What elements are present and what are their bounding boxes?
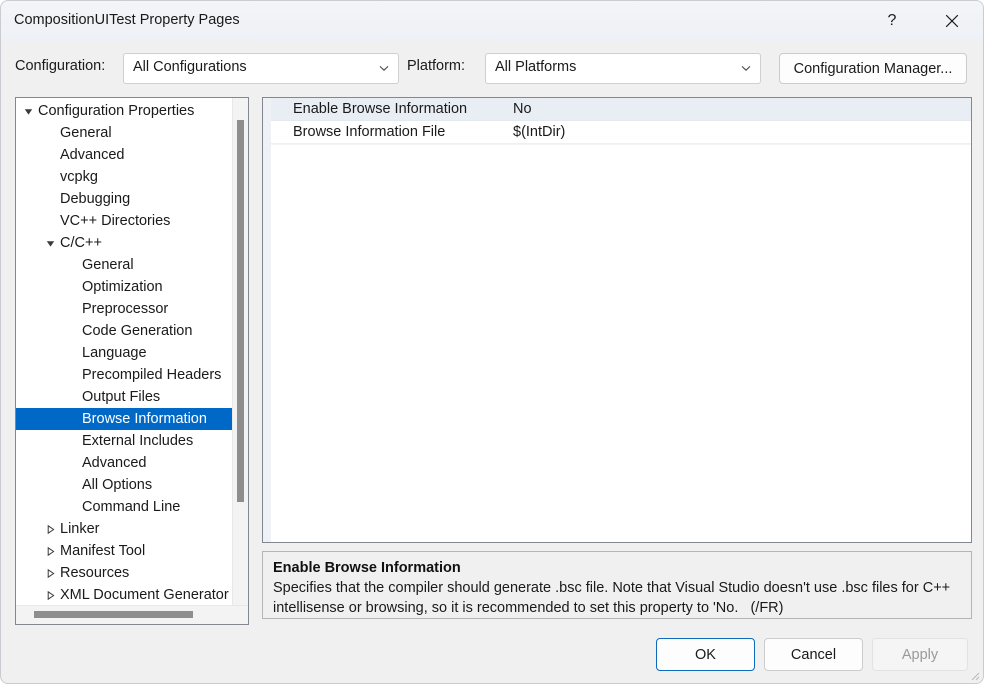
ok-button[interactable]: OK xyxy=(656,638,755,671)
title-bar: CompositionUITest Property Pages ? xyxy=(1,1,983,41)
tree-viewport: Configuration Properties General Advanced v… xyxy=(16,98,234,606)
property-row-browse-information-file[interactable]: Browse Information File $(IntDir) xyxy=(271,121,971,144)
tree-item-label: General xyxy=(82,257,134,273)
expander-collapsed-icon[interactable] xyxy=(46,569,55,578)
property-name: Browse Information File xyxy=(293,124,446,140)
tree-item-label: Output Files xyxy=(82,389,161,405)
help-button[interactable]: ? xyxy=(869,1,915,41)
expander-collapsed-icon[interactable] xyxy=(46,525,55,534)
tree-horizontal-scrollbar[interactable] xyxy=(16,605,248,624)
tree-item-optimization[interactable]: Optimization xyxy=(16,276,234,298)
tree-item-label: Precompiled Headers xyxy=(82,367,222,383)
tree-item-label: Linker xyxy=(60,521,100,537)
tree-item-label: Command Line xyxy=(82,499,181,515)
tree-item-label: Language xyxy=(82,345,147,361)
property-grid-empty-divider xyxy=(271,144,971,145)
tree-item-vc-directories[interactable]: VC++ Directories xyxy=(16,210,234,232)
description-text: Specifies that the compiler should gener… xyxy=(273,578,961,618)
tree-item-label: Browse Information xyxy=(82,411,207,427)
tree-item-label: Manifest Tool xyxy=(60,543,146,559)
property-name: Enable Browse Information xyxy=(293,101,468,117)
apply-button: Apply xyxy=(872,638,968,671)
tree-item-label: VC++ Directories xyxy=(60,213,171,229)
tree-vertical-scrollbar[interactable] xyxy=(232,98,248,606)
tree-item-label: Advanced xyxy=(82,455,147,471)
platform-value: All Platforms xyxy=(495,59,577,75)
tree-item-external-includes[interactable]: External Includes xyxy=(16,430,234,452)
close-icon xyxy=(945,14,959,28)
configuration-bar: Configuration: All Configurations Platfo… xyxy=(1,41,983,97)
tree-item-c-c[interactable]: C/C++ xyxy=(16,232,234,254)
property-value[interactable]: No xyxy=(513,98,532,121)
chevron-down-icon xyxy=(379,66,389,71)
tree-item-label: Configuration Properties xyxy=(38,103,195,119)
tree-item-xml-document-generator[interactable]: XML Document Generator xyxy=(16,584,234,606)
tree-item-label: C/C++ xyxy=(60,235,102,251)
tree-item-language[interactable]: Language xyxy=(16,342,234,364)
chevron-down-icon xyxy=(741,66,751,71)
tree-vertical-scroll-thumb[interactable] xyxy=(237,120,244,502)
tree-item-configuration-properties[interactable]: Configuration Properties xyxy=(16,100,234,122)
property-row-enable-browse-information[interactable]: Enable Browse Information No xyxy=(271,98,971,121)
tree-item-label: Optimization xyxy=(82,279,163,295)
tree-item-precompiled-headers[interactable]: Precompiled Headers xyxy=(16,364,234,386)
description-switch: (/FR) xyxy=(750,600,784,616)
property-grid-gutter xyxy=(263,98,271,542)
tree-item-label: vcpkg xyxy=(60,169,98,185)
tree-item-label: XML Document Generator xyxy=(60,587,229,603)
tree-item-general[interactable]: General xyxy=(16,254,234,276)
close-button[interactable] xyxy=(929,1,975,41)
configuration-dropdown[interactable]: All Configurations xyxy=(123,53,399,84)
tree-item-debugging[interactable]: Debugging xyxy=(16,188,234,210)
configuration-label: Configuration: xyxy=(15,58,106,74)
tree-item-label: External Includes xyxy=(82,433,194,449)
configuration-value: All Configurations xyxy=(133,59,247,75)
tree-item-label: Resources xyxy=(60,565,130,581)
tree-item-browse-information[interactable]: Browse Information xyxy=(16,408,234,430)
platform-dropdown[interactable]: All Platforms xyxy=(485,53,761,84)
property-description-panel: Enable Browse Information Specifies that… xyxy=(262,551,972,619)
property-grid: Enable Browse Information No Browse Info… xyxy=(262,97,972,543)
tree-item-advanced[interactable]: Advanced xyxy=(16,144,234,166)
tree-item-label: Advanced xyxy=(60,147,125,163)
tree-item-output-files[interactable]: Output Files xyxy=(16,386,234,408)
platform-label: Platform: xyxy=(407,58,466,74)
tree-item-all-options[interactable]: All Options xyxy=(16,474,234,496)
expander-expanded-icon[interactable] xyxy=(46,239,55,248)
property-pages-dialog: CompositionUITest Property Pages ? Confi… xyxy=(0,0,984,684)
resize-grip-icon[interactable] xyxy=(968,669,980,681)
tree-item-resources[interactable]: Resources xyxy=(16,562,234,584)
scrollbar-corner xyxy=(233,606,248,624)
tree-item-vcpkg[interactable]: vcpkg xyxy=(16,166,234,188)
tree-horizontal-scroll-thumb[interactable] xyxy=(34,611,193,618)
description-line-1: Specifies that the compiler should gener… xyxy=(273,580,919,596)
tree-item-general[interactable]: General xyxy=(16,122,234,144)
expander-collapsed-icon[interactable] xyxy=(46,547,55,556)
property-value[interactable]: $(IntDir) xyxy=(513,121,565,144)
configuration-tree: Configuration Properties General Advanced v… xyxy=(15,97,249,625)
tree-node-list: Configuration Properties General Advanced v… xyxy=(16,100,234,606)
cancel-button[interactable]: Cancel xyxy=(764,638,863,671)
tree-item-label: Preprocessor xyxy=(82,301,169,317)
expander-expanded-icon[interactable] xyxy=(24,107,33,116)
tree-item-label: General xyxy=(60,125,112,141)
configuration-manager-button[interactable]: Configuration Manager... xyxy=(779,53,967,84)
tree-item-advanced[interactable]: Advanced xyxy=(16,452,234,474)
tree-item-label: Debugging xyxy=(60,191,131,207)
description-title: Enable Browse Information xyxy=(273,560,461,576)
tree-item-manifest-tool[interactable]: Manifest Tool xyxy=(16,540,234,562)
question-mark-icon: ? xyxy=(887,12,897,29)
expander-collapsed-icon[interactable] xyxy=(46,591,55,600)
tree-item-label: Code Generation xyxy=(82,323,193,339)
tree-item-linker[interactable]: Linker xyxy=(16,518,234,540)
tree-item-command-line[interactable]: Command Line xyxy=(16,496,234,518)
tree-item-preprocessor[interactable]: Preprocessor xyxy=(16,298,234,320)
window-title: CompositionUITest Property Pages xyxy=(14,12,240,28)
tree-item-label: All Options xyxy=(82,477,153,493)
tree-item-code-generation[interactable]: Code Generation xyxy=(16,320,234,342)
